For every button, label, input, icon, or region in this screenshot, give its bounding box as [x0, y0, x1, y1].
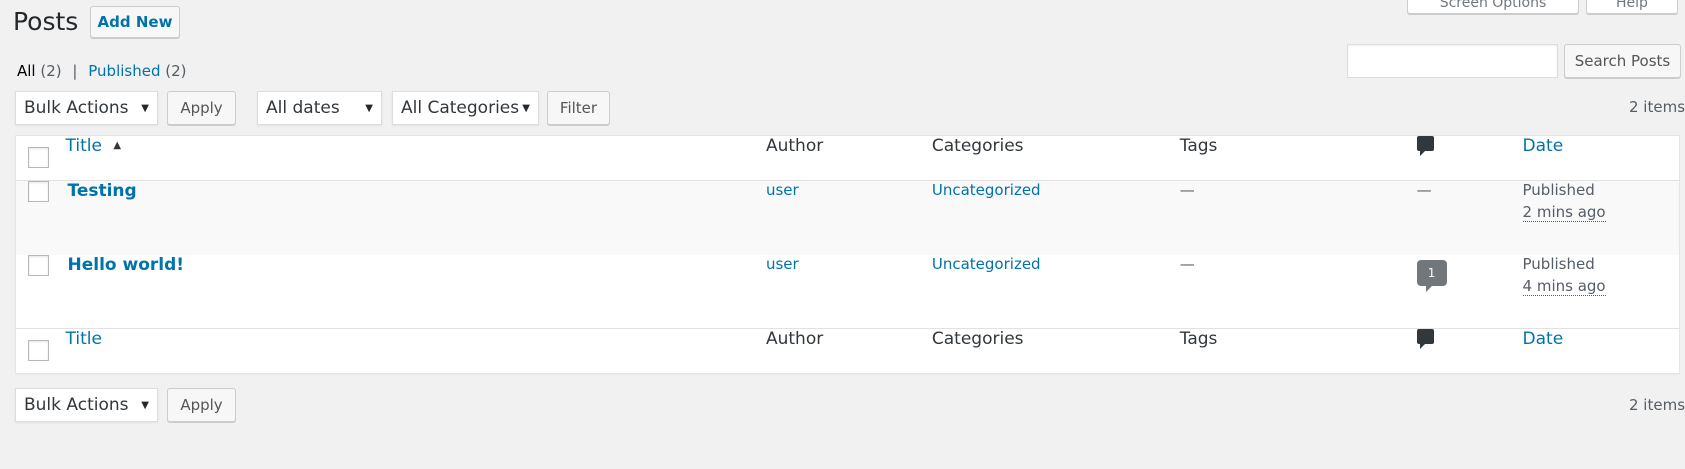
post-date-status: Published: [1522, 254, 1595, 273]
column-title-header[interactable]: Title ▲: [65, 136, 765, 181]
categories-label: All Categories: [401, 98, 520, 118]
post-category-link[interactable]: Uncategorized: [932, 255, 1041, 273]
posts-table: Title ▲ Author Categories Tags Date Test…: [15, 135, 1680, 374]
comment-count-bubble[interactable]: 1: [1416, 259, 1447, 292]
row-checkbox[interactable]: [28, 254, 49, 276]
post-category-link[interactable]: Uncategorized: [932, 181, 1041, 199]
column-date-header[interactable]: Date: [1523, 136, 1680, 181]
post-author-link[interactable]: user: [766, 181, 799, 199]
screen-options-button[interactable]: Screen Options: [1407, 0, 1579, 14]
comment-icon: [1416, 136, 1434, 156]
select-all-checkbox[interactable]: [28, 340, 49, 361]
column-comments-header[interactable]: [1416, 136, 1523, 181]
row-checkbox[interactable]: [28, 181, 49, 202]
bulk-actions-label: Bulk Actions: [24, 98, 129, 118]
post-author-link[interactable]: user: [766, 255, 799, 273]
view-published-link[interactable]: Published: [88, 62, 160, 80]
filter-button[interactable]: Filter: [547, 91, 610, 125]
post-tags: —: [1179, 254, 1195, 273]
column-tags-footer: Tags: [1179, 329, 1218, 349]
bulk-actions-label: Bulk Actions: [24, 395, 129, 415]
view-all-link[interactable]: All: [17, 62, 36, 80]
dropdown-arrow-icon: ▼: [141, 400, 149, 411]
post-tags: —: [1179, 181, 1195, 199]
column-title-label: Title: [65, 136, 102, 156]
sort-ascending-icon: ▲: [113, 140, 122, 151]
post-status-views: All (2) | Published (2): [17, 62, 187, 80]
apply-button-top[interactable]: Apply: [167, 91, 236, 125]
dropdown-arrow-icon: ▼: [365, 103, 373, 114]
table-row: Testing user Uncategorized — — Published…: [15, 180, 1680, 255]
help-button[interactable]: Help: [1586, 0, 1678, 14]
post-comments: —: [1416, 181, 1432, 199]
column-title-footer[interactable]: Title: [65, 329, 765, 374]
column-categories-footer: Categories: [931, 329, 1024, 349]
view-published-count: (2): [165, 62, 187, 80]
post-date-ago: 2 mins ago: [1522, 203, 1606, 222]
column-author-footer: Author: [765, 329, 824, 349]
column-author-header: Author: [765, 136, 824, 156]
comment-icon: [1416, 329, 1434, 349]
table-row: Hello world! user Uncategorized — 1 Publ…: [15, 254, 1680, 329]
view-all-count: (2): [40, 62, 62, 80]
table-header-row: Title ▲ Author Categories Tags Date: [15, 136, 1680, 181]
column-date-footer[interactable]: Date: [1523, 329, 1680, 374]
dropdown-arrow-icon: ▼: [141, 103, 149, 114]
select-all-checkbox[interactable]: [28, 147, 49, 168]
add-new-button[interactable]: Add New: [90, 6, 180, 38]
page-title: Posts: [13, 7, 79, 36]
search-input[interactable]: [1347, 44, 1558, 78]
bulk-actions-select-top[interactable]: Bulk Actions ▼: [15, 91, 158, 125]
column-comments-footer[interactable]: [1416, 329, 1523, 374]
apply-button-bottom[interactable]: Apply: [167, 388, 236, 422]
post-date-status: Published: [1522, 181, 1595, 199]
categories-select[interactable]: All Categories ▼: [392, 91, 539, 125]
column-categories-header: Categories: [931, 136, 1024, 156]
table-footer-row: Title Author Categories Tags Date: [15, 328, 1680, 374]
post-title-link[interactable]: Hello world!: [67, 255, 184, 275]
view-separator: |: [72, 62, 78, 80]
dropdown-arrow-icon: ▼: [522, 103, 530, 114]
column-tags-header: Tags: [1179, 136, 1218, 156]
items-count-bottom: 2 items: [1629, 396, 1685, 414]
dates-label: All dates: [266, 98, 340, 118]
dates-select[interactable]: All dates ▼: [257, 91, 382, 125]
search-posts-button[interactable]: Search Posts: [1564, 44, 1681, 78]
bulk-actions-select-bottom[interactable]: Bulk Actions ▼: [15, 388, 158, 422]
post-title-link[interactable]: Testing: [67, 181, 136, 201]
post-date-ago: 4 mins ago: [1522, 276, 1606, 296]
items-count-top: 2 items: [1629, 98, 1685, 116]
